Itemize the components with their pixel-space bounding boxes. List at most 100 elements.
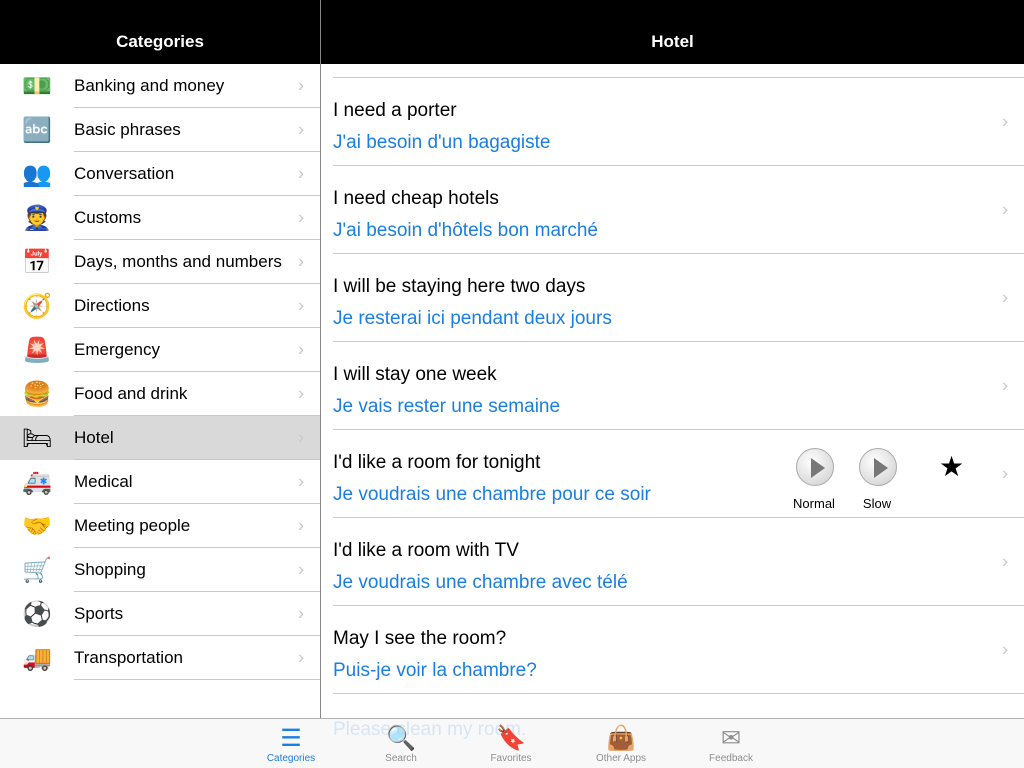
abc-blocks-icon: 🔤 xyxy=(22,116,52,144)
tab-label: Feedback xyxy=(709,753,753,764)
phrase-row[interactable]: I will stay one week Je vais rester une s… xyxy=(321,342,1024,430)
chevron-right-icon: › xyxy=(298,559,304,580)
normal-label: Normal xyxy=(793,496,835,511)
french-phrase: Je voudrais une chambre avec télé xyxy=(333,572,628,593)
category-hotel[interactable]: 🛏 Hotel › xyxy=(0,416,320,460)
shopping-bag-icon: 👜 xyxy=(606,724,636,752)
category-customs[interactable]: 👮 Customs › xyxy=(0,196,320,240)
category-label: Meeting people xyxy=(74,516,191,535)
french-phrase: Je resterai ici pendant deux jours xyxy=(333,308,612,329)
play-slow-button[interactable] xyxy=(859,448,897,486)
category-transportation[interactable]: 🚚 Transportation › xyxy=(0,636,320,680)
chevron-right-icon: › xyxy=(298,647,304,668)
envelope-icon: ✉ xyxy=(720,724,742,752)
row-separator xyxy=(333,693,1024,694)
category-basic-phrases[interactable]: 🔤 Basic phrases › xyxy=(0,108,320,152)
siren-icon: 🚨 xyxy=(22,336,52,364)
partial-row-top xyxy=(321,64,1024,78)
chevron-right-icon: › xyxy=(1002,287,1008,308)
chevron-right-icon: › xyxy=(1002,639,1008,660)
category-sports[interactable]: ⚽ Sports › xyxy=(0,592,320,636)
category-label: Basic phrases xyxy=(74,120,181,139)
chevron-right-icon: › xyxy=(1002,463,1008,484)
category-label: Days, months and numbers xyxy=(74,252,282,271)
play-normal-button[interactable] xyxy=(796,448,834,486)
category-label: Banking and money xyxy=(74,76,225,95)
category-meeting-people[interactable]: 🤝 Meeting people › xyxy=(0,504,320,548)
tab-favorites[interactable]: 🔖 Favorites xyxy=(471,723,551,765)
phrase-row[interactable]: I will be staying here two days Je rester… xyxy=(321,254,1024,342)
slow-label: Slow xyxy=(862,496,892,511)
tab-label: Categories xyxy=(266,753,316,764)
category-days-months-and-numbers[interactable]: 📅 Days, months and numbers › xyxy=(0,240,320,284)
chevron-right-icon: › xyxy=(298,383,304,404)
english-phrase: I'd like a room with TV xyxy=(333,540,519,561)
tab-label: Favorites xyxy=(490,753,532,764)
category-label: Food and drink xyxy=(74,384,188,403)
english-phrase: I will stay one week xyxy=(333,364,497,385)
chevron-right-icon: › xyxy=(298,163,304,184)
phrase-row[interactable]: I need a porter J'ai besoin d'un bagagist… xyxy=(321,78,1024,166)
chevron-right-icon: › xyxy=(1002,551,1008,572)
chevron-right-icon: › xyxy=(1002,375,1008,396)
hotel-title: Hotel xyxy=(651,32,694,51)
english-phrase: May I see the room? xyxy=(333,628,507,649)
category-banking-and-money[interactable]: 💵 Banking and money › xyxy=(0,64,320,108)
category-directions[interactable]: 🧭 Directions › xyxy=(0,284,320,328)
phrase-row[interactable]: I need cheap hotels J'ai besoin d'hôtels … xyxy=(321,166,1024,254)
category-label: Sports xyxy=(74,604,124,623)
category-list: 💵 Banking and money › 🔤 Basic phrases › 👥 Conve… xyxy=(0,64,320,680)
tab-categories[interactable]: ☰ Categories xyxy=(251,723,331,765)
category-food-and-drink[interactable]: 🍔 Food and drink › xyxy=(0,372,320,416)
chevron-right-icon: › xyxy=(1002,199,1008,220)
bookmark-icon: 🔖 xyxy=(496,724,526,752)
tab-bar: Please clean my room. ☰ Categories 🔍 Search… xyxy=(0,718,1024,768)
chevron-right-icon: › xyxy=(298,119,304,140)
category-label: Medical xyxy=(74,472,133,491)
tab-label: Other Apps xyxy=(595,753,647,764)
category-label: Customs xyxy=(74,208,142,227)
category-label: Transportation xyxy=(74,648,183,667)
favorite-star-icon[interactable]: ★ xyxy=(939,450,964,483)
chevron-right-icon: › xyxy=(1002,111,1008,132)
shopping-cart-icon: 🛒 xyxy=(22,556,52,584)
categories-icon: ☰ xyxy=(280,724,302,752)
tab-other-apps[interactable]: 👜 Other Apps xyxy=(581,723,661,765)
category-label: Conversation xyxy=(74,164,175,183)
english-phrase: I will be staying here two days xyxy=(333,276,586,297)
category-label: Shopping xyxy=(74,560,146,579)
chevron-right-icon: › xyxy=(298,295,304,316)
search-icon: 🔍 xyxy=(386,724,416,752)
french-phrase: Puis-je voir la chambre? xyxy=(333,660,537,681)
category-medical[interactable]: 🚑 Medical › xyxy=(0,460,320,504)
english-phrase: I need a porter xyxy=(333,100,457,121)
compass-icon: 🧭 xyxy=(22,292,52,320)
burger-icon: 🍔 xyxy=(22,380,52,408)
handshake-icon: 🤝 xyxy=(22,512,52,540)
category-label: Hotel xyxy=(74,428,114,447)
chevron-right-icon: › xyxy=(298,471,304,492)
calendar-icon: 📅 xyxy=(22,248,52,276)
chevron-right-icon: › xyxy=(298,339,304,360)
categories-header: Categories xyxy=(0,0,320,64)
categories-title: Categories xyxy=(116,32,204,51)
tab-search[interactable]: 🔍 Search xyxy=(361,723,441,765)
phrase-row[interactable]: I'd like a room for tonight Je voudrais u… xyxy=(321,430,1024,518)
english-phrase: I need cheap hotels xyxy=(333,188,499,209)
customs-officer-icon: 👮 xyxy=(22,204,52,232)
french-phrase: Je voudrais une chambre pour ce soir xyxy=(333,484,651,505)
hotel-header: Hotel xyxy=(321,0,1024,64)
people-icon: 👥 xyxy=(22,160,52,188)
category-shopping[interactable]: 🛒 Shopping › xyxy=(0,548,320,592)
bed-icon: 🛏 xyxy=(21,424,53,452)
phrase-list: I need a porter J'ai besoin d'un bagagist… xyxy=(321,64,1024,718)
chevron-right-icon: › xyxy=(298,427,304,448)
chevron-right-icon: › xyxy=(298,207,304,228)
category-conversation[interactable]: 👥 Conversation › xyxy=(0,152,320,196)
phrase-row[interactable]: I'd like a room with TV Je voudrais une c… xyxy=(321,518,1024,606)
phrase-row[interactable]: May I see the room? Puis-je voir la chamb… xyxy=(321,606,1024,694)
chevron-right-icon: › xyxy=(298,603,304,624)
tab-feedback[interactable]: ✉ Feedback xyxy=(691,723,771,765)
category-emergency[interactable]: 🚨 Emergency › xyxy=(0,328,320,372)
category-label: Emergency xyxy=(74,340,160,359)
